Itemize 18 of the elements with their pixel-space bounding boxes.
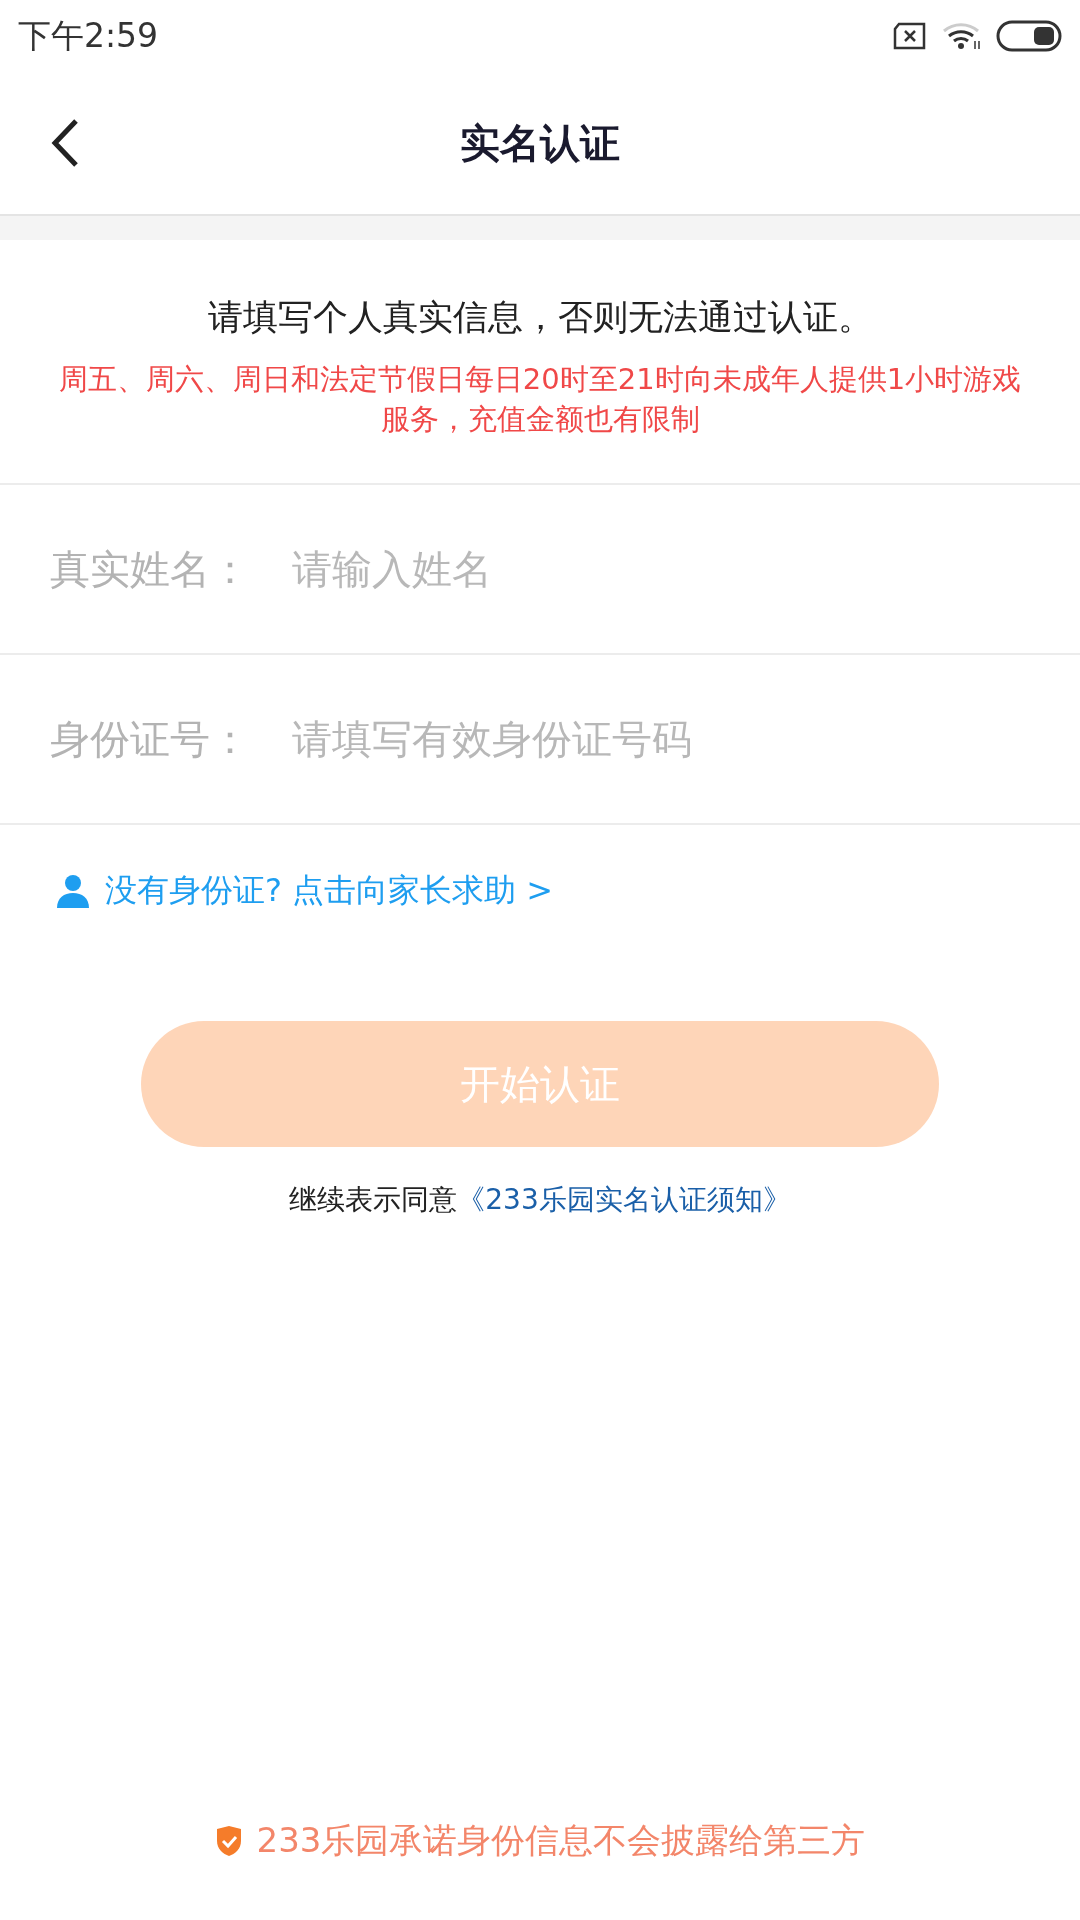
page-title: 实名认证 — [460, 118, 620, 168]
agreement-link[interactable]: 《233乐园实名认证须知》 — [457, 1183, 791, 1216]
warning-text: 周五、周六、周日和法定节假日每日20时至21时向未成年人提供1小时游戏服务，充值金额也有限制 — [57, 361, 1023, 438]
field-label: 真实姓名： — [50, 544, 251, 594]
sim-card-icon — [892, 22, 928, 50]
field-label: 身份证号： — [50, 714, 251, 764]
instruction-text: 请填写个人真实信息，否则无法通过认证。 — [206, 296, 874, 339]
input-field[interactable]: 请输入姓名 — [290, 545, 1030, 593]
shield-check-icon — [214, 1825, 243, 1857]
privacy-promise: 233乐园承诺身份信息不会披露给第三方 — [256, 1819, 866, 1862]
agreement-text: 继续表示同意《233乐园实名认证须知》 — [288, 1182, 792, 1218]
battery-icon — [996, 19, 1062, 53]
status-time: 下午2:59 — [18, 14, 159, 57]
input-field[interactable]: 请填写有效身份证号码 — [290, 715, 1030, 763]
help-link[interactable]: 没有身份证? 点击向家长求助 > — [105, 869, 554, 913]
back-icon[interactable] — [50, 118, 80, 168]
person-icon — [55, 874, 91, 908]
wifi-icon — [942, 21, 982, 51]
